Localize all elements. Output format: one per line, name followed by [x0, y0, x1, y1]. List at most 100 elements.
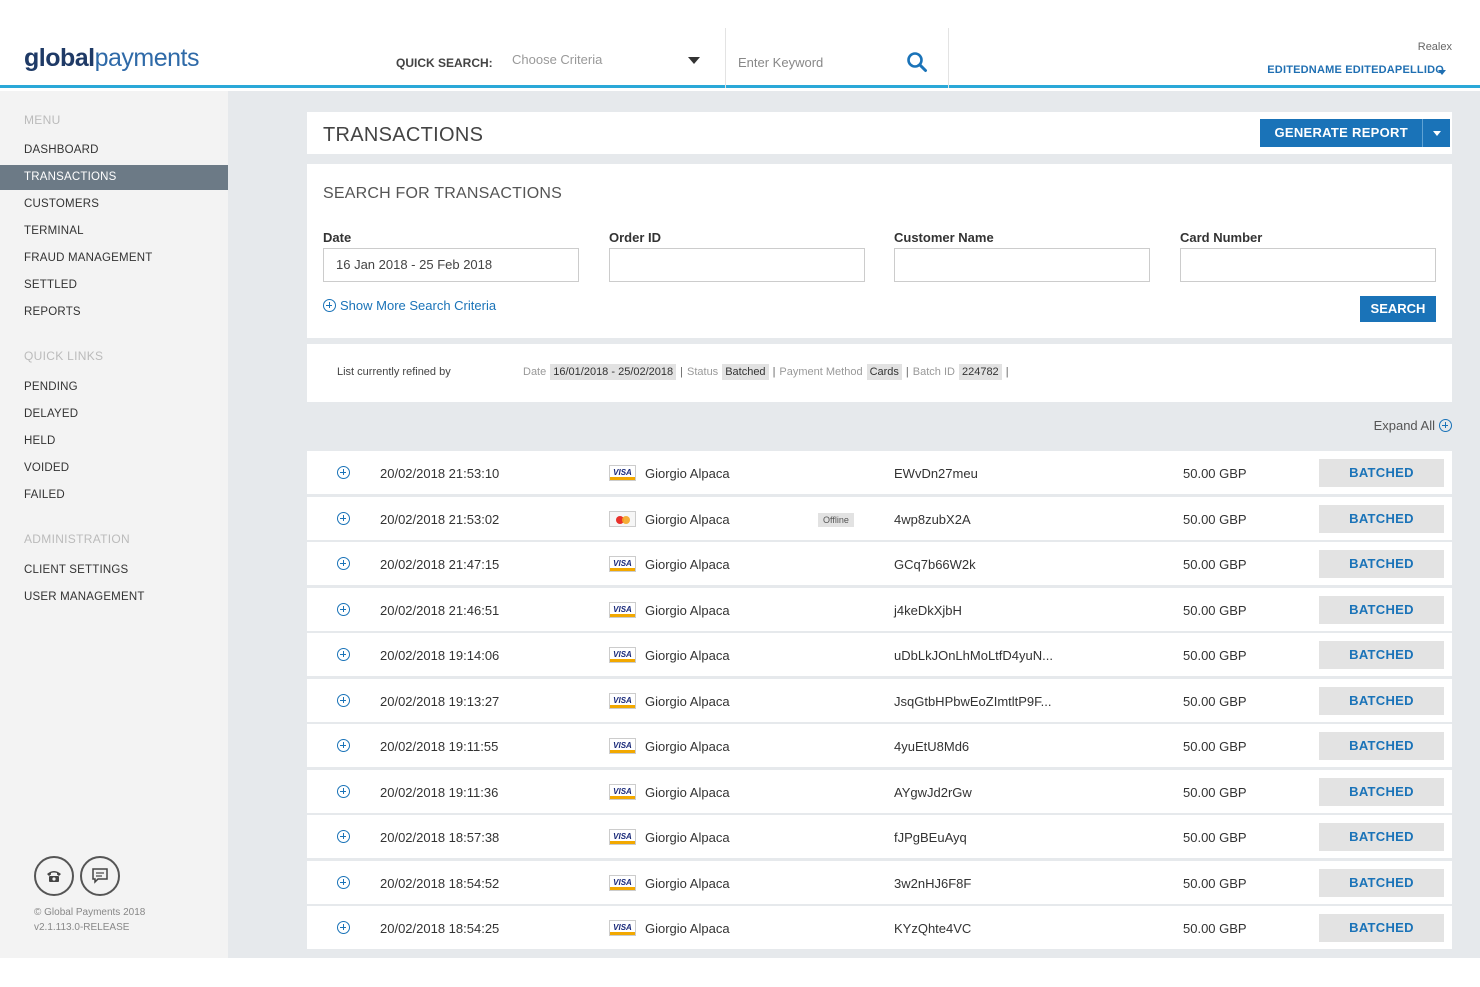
status-badge[interactable]: BATCHED [1319, 732, 1444, 760]
chevron-down-icon [688, 57, 700, 64]
status-badge[interactable]: BATCHED [1319, 869, 1444, 897]
generate-report-button[interactable]: GENERATE REPORT [1260, 119, 1422, 147]
status-badge[interactable]: BATCHED [1319, 505, 1444, 533]
expand-all-link[interactable]: Expand All [1374, 418, 1452, 433]
globalpayments-logo[interactable]: globalpayments [24, 44, 200, 73]
keyword-input[interactable] [738, 50, 898, 74]
sidebar-item-terminal[interactable]: TERMINAL [0, 219, 228, 244]
page-title: TRANSACTIONS [323, 124, 484, 146]
expand-row-icon[interactable] [337, 512, 350, 525]
status-badge[interactable]: BATCHED [1319, 823, 1444, 851]
phone-button[interactable] [34, 856, 74, 896]
status-badge[interactable]: BATCHED [1319, 459, 1444, 487]
criteria-dropdown[interactable]: Choose Criteria [512, 52, 702, 74]
filter-key: Payment Method [779, 366, 863, 378]
filter-key: Date [523, 366, 547, 378]
customer-name-field[interactable] [894, 248, 1150, 282]
refine-bar: List currently refined by Date 16/01/201… [307, 344, 1452, 402]
sidebar: MENU DASHBOARD TRANSACTIONS CUSTOMERS TE… [0, 91, 228, 958]
sidebar-item-held[interactable]: HELD [0, 429, 228, 454]
transaction-datetime: 20/02/2018 19:11:55 [380, 739, 499, 754]
search-panel: SEARCH FOR TRANSACTIONS Date 16 Jan 2018… [307, 164, 1452, 338]
refine-filters: Date 16/01/2018 - 25/02/2018 | Status Bat… [523, 364, 1009, 380]
chat-button[interactable] [80, 856, 120, 896]
plus-circle-icon [323, 299, 336, 312]
search-icon[interactable] [905, 50, 929, 74]
sidebar-item-delayed[interactable]: DELAYED [0, 402, 228, 427]
expand-row-icon[interactable] [337, 739, 350, 752]
order-id: 4yuEtU8Md6 [894, 739, 970, 754]
table-row[interactable]: 20/02/2018 21:53:10 Giorgio Alpaca EWvDn27… [307, 451, 1452, 495]
sidebar-item-reports[interactable]: REPORTS [0, 300, 228, 325]
table-row[interactable]: 20/02/2018 19:11:36 Giorgio Alpaca AYgwJd2… [307, 770, 1452, 814]
sidebar-item-user-management[interactable]: USER MANAGEMENT [0, 585, 228, 610]
sidebar-item-transactions[interactable]: TRANSACTIONS [0, 165, 228, 190]
search-button[interactable]: SEARCH [1360, 296, 1436, 322]
table-row[interactable]: 20/02/2018 21:47:15 Giorgio Alpaca GCq7b66… [307, 542, 1452, 586]
table-row[interactable]: 20/02/2018 21:53:02 Giorgio Alpaca Offline… [307, 497, 1452, 541]
sidebar-item-failed[interactable]: FAILED [0, 483, 228, 508]
visa-icon [609, 875, 636, 891]
table-row[interactable]: 20/02/2018 19:11:55 Giorgio Alpaca 4yuEtU8… [307, 724, 1452, 768]
order-id: 3w2nHJ6F8F [894, 876, 972, 891]
status-badge[interactable]: BATCHED [1319, 914, 1444, 942]
table-row[interactable]: 20/02/2018 18:54:52 Giorgio Alpaca 3w2nHJ6… [307, 861, 1452, 905]
table-row[interactable]: 20/02/2018 21:46:51 Giorgio Alpaca j4keDkX… [307, 588, 1452, 632]
customer-name: Giorgio Alpaca [645, 830, 730, 845]
sidebar-item-voided[interactable]: VOIDED [0, 456, 228, 481]
customer-name: Giorgio Alpaca [645, 876, 730, 891]
transaction-datetime: 20/02/2018 18:54:52 [380, 876, 500, 891]
expand-row-icon[interactable] [337, 557, 350, 570]
status-badge[interactable]: BATCHED [1319, 641, 1444, 669]
sidebar-item-customers[interactable]: CUSTOMERS [0, 192, 228, 217]
chevron-down-icon [1433, 131, 1441, 136]
status-badge[interactable]: BATCHED [1319, 596, 1444, 624]
card-number-field[interactable] [1180, 248, 1436, 282]
expand-row-icon[interactable] [337, 876, 350, 889]
expand-row-icon[interactable] [337, 466, 350, 479]
expand-row-icon[interactable] [337, 694, 350, 707]
table-row[interactable]: 20/02/2018 18:57:38 Giorgio Alpaca fJPgBEu… [307, 815, 1452, 859]
expand-row-icon[interactable] [337, 830, 350, 843]
customer-name: Giorgio Alpaca [645, 557, 730, 572]
order-id: JsqGtbHPbwEoZImtltP9F... [894, 694, 1052, 709]
user-menu[interactable]: EDITEDNAME EDITEDAPELLIDO [1267, 64, 1444, 76]
sidebar-item-fraud-management[interactable]: FRAUD MANAGEMENT [0, 246, 228, 271]
status-badge[interactable]: BATCHED [1319, 778, 1444, 806]
filter-value-payment-method: Cards [866, 364, 902, 380]
phone-icon [47, 871, 61, 882]
expand-row-icon[interactable] [337, 648, 350, 661]
sidebar-item-settled[interactable]: SETTLED [0, 273, 228, 298]
chevron-down-icon[interactable] [1438, 70, 1446, 75]
order-id: GCq7b66W2k [894, 557, 976, 572]
filter-key: Batch ID [912, 366, 955, 378]
transaction-datetime: 20/02/2018 19:14:06 [380, 648, 500, 663]
expand-row-icon[interactable] [337, 921, 350, 934]
table-row[interactable]: 20/02/2018 19:13:27 Giorgio Alpaca JsqGtbH… [307, 679, 1452, 723]
transaction-datetime: 20/02/2018 19:13:27 [380, 694, 500, 709]
table-row[interactable]: 20/02/2018 19:14:06 Giorgio Alpaca uDbLkJO… [307, 633, 1452, 677]
order-id: uDbLkJOnLhMoLtfD4yuN... [894, 648, 1053, 663]
expand-row-icon[interactable] [337, 785, 350, 798]
expand-all-label: Expand All [1373, 418, 1435, 433]
amount: 50.00 GBP [1183, 512, 1247, 527]
generate-report-dropdown[interactable] [1422, 119, 1450, 147]
show-more-criteria-link[interactable]: Show More Search Criteria [323, 298, 496, 313]
status-badge[interactable]: BATCHED [1319, 550, 1444, 578]
status-badge[interactable]: BATCHED [1319, 687, 1444, 715]
table-row[interactable]: 20/02/2018 18:54:25 Giorgio Alpaca KYzQhte… [307, 906, 1452, 950]
divider [948, 28, 949, 88]
order-id-field[interactable] [609, 248, 865, 282]
sidebar-item-client-settings[interactable]: CLIENT SETTINGS [0, 558, 228, 583]
expand-row-icon[interactable] [337, 603, 350, 616]
customer-name-label: Customer Name [894, 230, 994, 245]
sidebar-item-dashboard[interactable]: DASHBOARD [0, 138, 228, 163]
sidebar-item-pending[interactable]: PENDING [0, 375, 228, 400]
amount: 50.00 GBP [1183, 739, 1247, 754]
date-range-field[interactable]: 16 Jan 2018 - 25 Feb 2018 [323, 248, 579, 282]
chat-icon [92, 868, 108, 884]
filter-key: Status [687, 366, 719, 378]
customer-name: Giorgio Alpaca [645, 739, 730, 754]
show-more-criteria-label: Show More Search Criteria [340, 298, 497, 313]
transaction-datetime: 20/02/2018 21:53:10 [380, 466, 500, 481]
